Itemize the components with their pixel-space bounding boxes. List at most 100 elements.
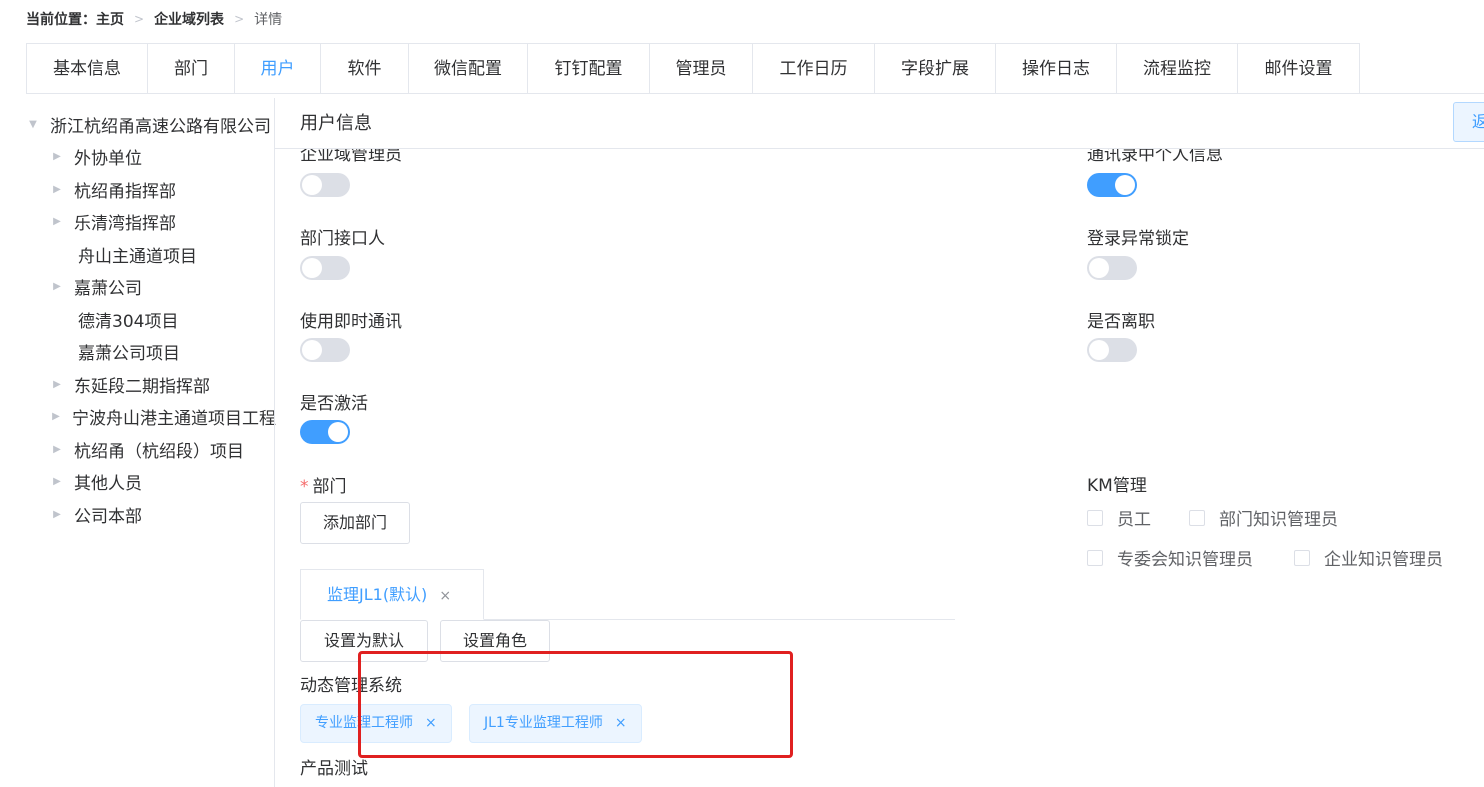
set-default-button[interactable]: 设置为默认 [300,620,428,662]
role-tag: 专业监理工程师 × [300,704,452,743]
tab-users[interactable]: 用户 [235,44,321,94]
tab-process-monitor[interactable]: 流程监控 [1117,44,1238,94]
tree-node-label: 德清304项目 [78,311,179,332]
checkbox-box[interactable] [1087,549,1103,566]
breadcrumb: 当前位置： 主页 > 企业域列表 > 详情 [26,9,282,29]
caret-right-icon[interactable]: ▶ [50,379,64,390]
tab-software[interactable]: 软件 [321,44,409,94]
tree-node[interactable]: ▶ 公司本部 [26,498,276,531]
tree-node-label: 东延段二期指挥部 [74,376,210,397]
checkbox-box[interactable] [1189,509,1205,526]
km-checkbox-dept-admin[interactable]: 部门知识管理员 [1189,505,1338,530]
tree-node-label: 外协单位 [74,149,142,170]
department-label: * 部门 [300,472,347,497]
km-option-label: 专委会知识管理员 [1117,550,1253,570]
set-role-button[interactable]: 设置角色 [440,620,550,662]
tree-node-root[interactable]: ▼ 浙江杭绍甬高速公路有限公司 [26,108,276,141]
tree-node-label: 嘉萧公司项目 [78,344,180,365]
tab-operation-log[interactable]: 操作日志 [996,44,1117,94]
tree-node[interactable]: ▶ 乐清湾指挥部 [26,206,276,239]
panel-title: 用户信息 [300,113,372,134]
add-department-button[interactable]: 添加部门 [300,502,410,544]
back-button[interactable]: 返回 [1453,102,1484,142]
tab-work-calendar[interactable]: 工作日历 [753,44,875,94]
product-test-label: 产品测试 [300,759,368,779]
breadcrumb-current: 详情 [254,12,283,28]
tab-field-extension[interactable]: 字段扩展 [875,44,996,94]
tree-node[interactable]: ▶ 外协单位 [26,141,276,174]
enterprise-admin-switch[interactable] [300,173,350,197]
tree-node-label: 舟山主通道项目 [78,246,197,267]
tree-node[interactable]: 舟山主通道项目 [26,238,276,271]
caret-right-icon[interactable]: ▶ [50,476,64,487]
tab-dingtalk-config[interactable]: 钉钉配置 [528,44,650,94]
tree-node[interactable]: ▶ 其他人员 [26,466,276,499]
tab-email-settings[interactable]: 邮件设置 [1238,44,1359,94]
tree-node[interactable]: ▶ 杭绍甬指挥部 [26,173,276,206]
tree-node[interactable]: 德清304项目 [26,303,276,336]
role-tag: JL1专业监理工程师 × [469,704,642,743]
km-checkbox-enterprise-admin[interactable]: 企业知识管理员 [1294,545,1443,570]
tab-admins[interactable]: 管理员 [650,44,753,94]
resigned-label: 是否离职 [1087,312,1155,332]
login-lock-label: 登录异常锁定 [1087,229,1189,249]
breadcrumb-home[interactable]: 主页 [96,9,124,29]
tab-basic-info[interactable]: 基本信息 [27,44,148,94]
activated-label: 是否激活 [300,394,368,414]
tab-wechat-config[interactable]: 微信配置 [409,44,528,94]
instant-msg-switch[interactable] [300,338,350,362]
km-checkbox-committee-admin[interactable]: 专委会知识管理员 [1087,545,1253,570]
checkbox-box[interactable] [1294,549,1310,566]
department-tab-label: 监理JL1(默认) [327,585,428,604]
caret-right-icon[interactable]: ▶ [50,151,64,162]
enterprise-admin-label: 企业域管理员 [300,149,402,165]
tree-node-label: 其他人员 [74,474,142,495]
close-icon[interactable]: × [425,715,437,731]
login-lock-switch[interactable] [1087,256,1137,280]
caret-right-icon[interactable]: ▶ [50,216,64,227]
tab-departments[interactable]: 部门 [148,44,235,94]
caret-down-icon[interactable]: ▼ [26,119,40,130]
instant-msg-label: 使用即时通讯 [300,312,402,332]
tree-node-label: 乐清湾指挥部 [74,214,176,235]
tree-node[interactable]: 嘉萧公司项目 [26,336,276,369]
dept-contact-switch[interactable] [300,256,350,280]
tree-node-label: 公司本部 [74,506,142,527]
tab-bar: 基本信息 部门 用户 软件 微信配置 钉钉配置 管理员 工作日历 字段扩展 操作… [26,43,1360,94]
tree-node[interactable]: ▶ 东延段二期指挥部 [26,368,276,401]
department-tab[interactable]: 监理JL1(默认) × [300,569,484,620]
caret-right-icon[interactable]: ▶ [50,509,64,520]
close-icon[interactable]: × [439,588,451,604]
activated-switch[interactable] [300,420,350,444]
km-checkbox-staff[interactable]: 员工 [1087,505,1151,530]
tree-node-label: 杭绍甬（杭绍段）项目 [74,441,244,462]
required-asterisk: * [300,477,309,497]
close-icon[interactable]: × [615,715,627,731]
contact-personal-info-switch[interactable] [1087,173,1137,197]
caret-right-icon[interactable]: ▶ [50,444,64,455]
department-label-text: 部门 [312,477,347,497]
caret-right-icon[interactable]: ▶ [50,411,62,422]
caret-right-icon[interactable]: ▶ [50,281,64,292]
breadcrumb-separator-icon: > [134,12,145,26]
tree-node[interactable]: ▶ 嘉萧公司 [26,271,276,304]
dept-contact-label: 部门接口人 [300,229,385,249]
role-tag-label: JL1专业监理工程师 [484,715,603,731]
resigned-switch[interactable] [1087,338,1137,362]
km-label: KM管理 [1087,476,1147,496]
tree-node[interactable]: ▶ 宁波舟山港主通道项目工程 [26,401,276,434]
breadcrumb-enterprise-list[interactable]: 企业域列表 [154,9,224,29]
dynamic-system-label: 动态管理系统 [300,676,402,696]
tree-node-label: 嘉萧公司 [74,279,142,300]
breadcrumb-separator-icon: > [234,12,245,26]
tree-node-label: 宁波舟山港主通道项目工程 [72,409,276,430]
tree-node-label: 浙江杭绍甬高速公路有限公司 [50,116,271,137]
caret-right-icon[interactable]: ▶ [50,184,64,195]
km-option-label: 企业知识管理员 [1324,550,1443,570]
checkbox-box[interactable] [1087,509,1103,526]
department-tree: ▼ 浙江杭绍甬高速公路有限公司 ▶ 外协单位 ▶ 杭绍甬指挥部 ▶ 乐清湾指挥部… [26,108,276,787]
tree-node[interactable]: ▶ 杭绍甬（杭绍段）项目 [26,433,276,466]
tree-node-label: 杭绍甬指挥部 [74,181,176,202]
km-option-label: 部门知识管理员 [1219,510,1338,530]
panel-header: 用户信息 返回 [275,94,1484,149]
